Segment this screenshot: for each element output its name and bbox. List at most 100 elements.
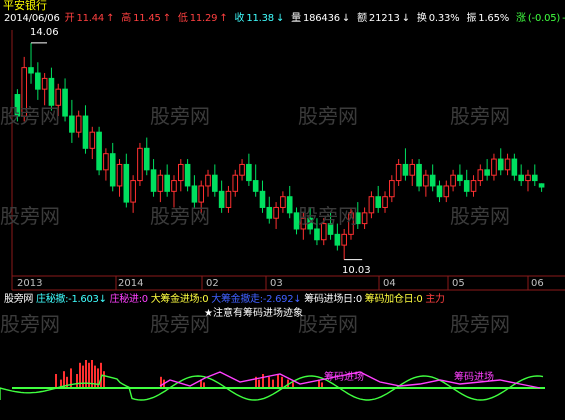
zhuang-retreat: 庄秘撤:-1.603↓: [36, 294, 107, 305]
candle-body: [484, 169, 490, 176]
candle-body: [212, 174, 218, 192]
watermark: 股旁网: [150, 312, 210, 336]
change-label: 涨: [516, 13, 526, 24]
watermark: 股旁网: [0, 204, 60, 228]
big-money-out-value: -2.692: [262, 294, 294, 305]
candle-body: [89, 131, 96, 149]
indicator-bar: [79, 362, 81, 388]
candle-body: [395, 163, 402, 182]
x-axis-label: 03: [270, 278, 283, 289]
candle-body: [457, 174, 463, 182]
candle-body: [470, 180, 477, 192]
high-value: 11.45: [133, 13, 161, 24]
candle-body: [103, 153, 109, 171]
candle-body: [143, 147, 150, 171]
candle-body: [184, 163, 191, 187]
low-label: 低: [177, 13, 188, 24]
candle-body: [218, 190, 225, 208]
chip-entry-annotation: 筹码进场: [324, 372, 364, 383]
watermark: 股旁网: [298, 312, 358, 336]
chip-entry-annotation: 筹码进场: [454, 372, 494, 383]
watermark: 股旁网: [0, 104, 60, 128]
indicator-bar: [281, 376, 283, 388]
chip-entry-day: 筹码进场日:0: [304, 294, 362, 305]
candle-body: [280, 196, 286, 208]
volume-label: 量: [291, 13, 301, 24]
indicator-bar: [268, 376, 270, 388]
indicator-bar: [262, 374, 264, 388]
high-arrow: ↑: [162, 13, 171, 24]
candle-body: [239, 163, 245, 176]
candle-body: [341, 233, 347, 246]
candle-body: [286, 196, 293, 214]
zhuang-retreat-arrow: ↓: [98, 294, 107, 305]
candle-body: [164, 174, 170, 192]
candle-body: [504, 158, 511, 171]
candle-body: [259, 190, 266, 208]
candle-body: [171, 180, 177, 192]
indicator-bar: [272, 379, 274, 388]
candle-body: [96, 131, 102, 171]
zhuang-retreat-label: 庄秘撤:: [36, 294, 69, 305]
open-arrow: ↑: [106, 13, 115, 24]
candle-body: [314, 228, 320, 241]
big-money-in-label: 大筹金进场:: [150, 294, 203, 305]
candle-body: [62, 88, 68, 117]
watermark: 股旁网: [150, 204, 210, 228]
watermark: 股旁网: [450, 312, 510, 336]
x-axis-label: 2014: [118, 278, 144, 289]
candle-body: [41, 77, 48, 90]
indicator-bar: [103, 371, 105, 388]
indicator-bar: [66, 376, 68, 388]
candle-body: [497, 158, 504, 171]
candle-body: [28, 67, 34, 74]
candle-body: [389, 180, 395, 198]
candle-body: [137, 147, 143, 182]
indicator-bar: [277, 374, 279, 388]
candle-body: [150, 169, 157, 192]
header-high: 高 11.45 ↑: [121, 13, 173, 24]
watermark: 股旁网: [298, 204, 358, 228]
indicator-bar: [258, 379, 260, 388]
header-turnover: 换 0.33%: [417, 13, 462, 24]
big-money-out-label: 大筹金撤走:: [211, 294, 263, 305]
x-axis-label: 04: [383, 278, 396, 289]
big-money-out: 大筹金撤走:-2.692↓: [211, 294, 301, 305]
candle-body: [130, 180, 136, 203]
volume-value: 186436: [302, 13, 340, 24]
candle-body: [402, 163, 409, 176]
amount-arrow: ↓: [401, 13, 410, 24]
candle-body: [423, 174, 429, 187]
big-money-out-arrow: ↓: [293, 294, 302, 305]
zhuang-enter-value: 0: [141, 294, 148, 305]
candle-body: [266, 206, 273, 219]
candle-body: [177, 163, 184, 182]
volume-arrow: ↓: [341, 13, 351, 24]
indicator-bar: [88, 362, 90, 388]
chip-add-day: 筹码加仓日:0: [365, 294, 423, 305]
turnover-value: 0.33%: [428, 13, 460, 24]
turnover-label: 换: [416, 13, 427, 24]
header-open: 开 11.44 ↑: [65, 13, 117, 24]
indicator-source: 股旁网: [4, 294, 34, 305]
watermark: 股旁网: [150, 104, 210, 128]
candle-body: [416, 163, 422, 187]
candle-body: [273, 206, 279, 219]
header-volume: 量 186436 ↓: [291, 13, 352, 24]
candle-body: [511, 158, 518, 176]
indicator-bar: [76, 374, 78, 388]
high-price-marker: 14.06: [30, 27, 59, 38]
zhuang-enter: 庄秘进:0: [110, 294, 149, 305]
high-label: 高: [121, 13, 132, 24]
candle-body: [69, 115, 75, 133]
candle-body: [246, 163, 252, 182]
close-value: 11.38: [246, 13, 274, 24]
candle-body: [525, 174, 531, 182]
candle-body: [361, 212, 368, 225]
amount-value: 21213: [368, 13, 400, 24]
header-amplitude: 振 1.65%: [466, 13, 511, 24]
close-arrow: ↓: [275, 13, 285, 24]
candle-body: [477, 169, 484, 182]
header-close: 收 11.38 ↓: [235, 13, 287, 24]
header-amount: 额 21213 ↓: [357, 13, 412, 24]
